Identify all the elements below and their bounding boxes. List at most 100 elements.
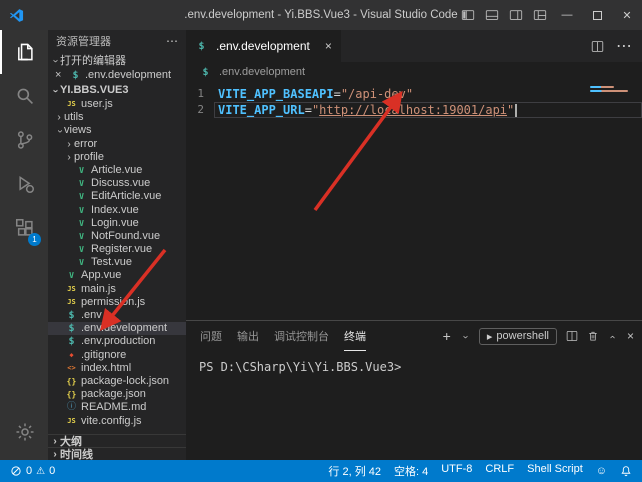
status-item-encoding[interactable]: UTF-8 [441,463,472,479]
code-lines: 1VITE_APP_BASEAPI="/api-dev"2VITE_APP_UR… [186,86,642,118]
tree-item-.env[interactable]: $.env [48,309,186,322]
sidebar-bottom-sections: › 大纲 › 时间线 [48,434,186,460]
tree-item-readme.md[interactable]: ⓘREADME.md [48,401,186,414]
line-content: VITE_APP_URL="http://localhost:19001/api… [218,102,517,118]
file-label: Test.vue [91,256,132,269]
toggle-secondary-sidebar-icon[interactable] [504,0,528,30]
search-icon[interactable] [0,74,48,118]
code-editor[interactable]: 1VITE_APP_BASEAPI="/api-dev"2VITE_APP_UR… [186,82,642,320]
tree-item-.gitignore[interactable]: ◆.gitignore [48,349,186,362]
tree-item-user.js[interactable]: JSuser.js [48,98,186,111]
tree-item-.env.development[interactable]: $.env.development [48,322,186,335]
file-label: Article.vue [91,164,142,177]
close-button[interactable]: ✕ [612,0,642,30]
tree-item-discuss.vue[interactable]: VDiscuss.vue [48,177,186,190]
panel-tab-problems[interactable]: 问题 [200,321,222,351]
maximize-button[interactable] [582,0,612,30]
explorer-actions-icon[interactable]: ⋯ [166,34,178,48]
chevron-down-icon[interactable]: › [460,332,471,342]
title-bar: .env.development - Yi.BBS.Vue3 - Visual … [0,0,642,30]
chevron-right-icon: › [50,449,60,460]
notifications-bell-icon[interactable] [620,465,632,477]
file-label: .gitignore [81,349,126,362]
feedback-smiley-icon[interactable]: ☺ [596,465,607,477]
text-cursor [515,104,517,117]
file-label: views [64,124,92,137]
project-root-header[interactable]: › YI.BBS.VUE3 [48,82,186,98]
json-file-icon: {} [65,388,78,401]
tree-item-article.vue[interactable]: VArticle.vue [48,164,186,177]
explorer-icon[interactable] [0,30,48,74]
breadcrumb[interactable]: $ .env.development [186,62,642,82]
minimap[interactable] [590,86,634,94]
minimize-button[interactable]: — [552,0,582,30]
tree-item-vite.config.js[interactable]: JSvite.config.js [48,415,186,428]
env-file-icon: $ [65,309,78,322]
file-label: main.js [81,283,116,296]
maximize-panel-icon[interactable]: › [607,332,618,342]
status-item-eol[interactable]: CRLF [485,463,514,479]
toggle-sidebar-icon[interactable] [456,0,480,30]
tree-item-error[interactable]: ›error [48,138,186,151]
breadcrumb-file: .env.development [219,66,305,78]
tree-item-package.json[interactable]: {}package.json [48,388,186,401]
file-label: Login.vue [91,217,139,230]
tree-item-.env.production[interactable]: $.env.production [48,335,186,348]
tree-item-notfound.vue[interactable]: VNotFound.vue [48,230,186,243]
tree-item-main.js[interactable]: JSmain.js [48,283,186,296]
status-item-indentation[interactable]: 空格: 4 [394,463,428,479]
problems-status[interactable]: 0 ⚠ 0 [10,465,55,477]
open-editors-header[interactable]: › 打开的编辑器 [48,52,186,68]
tree-item-utils[interactable]: ›utils [48,111,186,124]
close-editor-icon[interactable]: × [55,69,67,81]
open-editor-item[interactable]: × $ .env.development [48,68,186,82]
file-label: Index.vue [91,204,139,217]
settings-gear-icon[interactable] [0,410,48,454]
panel-tab-terminal[interactable]: 终端 [344,321,366,351]
tree-item-login.vue[interactable]: VLogin.vue [48,217,186,230]
terminal-output[interactable]: PS D:\CSharp\Yi\Yi.BBS.Vue3> [186,351,642,460]
tab-close-icon[interactable]: × [325,39,332,53]
tree-item-register.vue[interactable]: VRegister.vue [48,243,186,256]
split-editor-icon[interactable] [591,40,604,53]
kill-terminal-icon[interactable] [587,330,599,342]
editor-actions: ⋯ [591,30,642,62]
tree-item-index.vue[interactable]: VIndex.vue [48,204,186,217]
tree-item-index.html[interactable]: <>index.html [48,362,186,375]
tree-item-profile[interactable]: ›profile [48,151,186,164]
customize-layout-icon[interactable] [528,0,552,30]
more-actions-icon[interactable]: ⋯ [616,36,632,56]
env-file-icon: $ [69,70,82,81]
status-right-items: 行 2, 列 42 空格: 4 UTF-8 CRLF Shell Script [328,463,582,479]
tree-item-app.vue[interactable]: VApp.vue [48,269,186,282]
new-terminal-icon[interactable]: + [443,328,451,344]
env-file-icon: $ [65,322,78,335]
minimap-line [590,86,614,88]
window-title: .env.development - Yi.BBS.Vue3 - Visual … [184,9,457,21]
vue-file-icon: V [75,177,88,190]
panel-tab-output[interactable]: 输出 [237,321,259,351]
run-debug-icon[interactable] [0,162,48,206]
close-panel-icon[interactable]: × [627,329,634,343]
tree-item-permission.js[interactable]: JSpermission.js [48,296,186,309]
timeline-section-header[interactable]: › 时间线 [48,447,186,460]
panel-tab-debug-console[interactable]: 调试控制台 [274,321,329,351]
status-item-cursor-position[interactable]: 行 2, 列 42 [328,463,381,479]
tab-env-development[interactable]: $ .env.development × [186,30,341,62]
chevron-right-icon: › [54,111,64,124]
tree-item-test.vue[interactable]: VTest.vue [48,256,186,269]
tree-item-views[interactable]: ›views [48,124,186,137]
code-line-2[interactable]: 2VITE_APP_URL="http://localhost:19001/ap… [186,102,642,118]
status-item-language-mode[interactable]: Shell Script [527,463,583,479]
bottom-panel: 问题输出调试控制台终端 + › ▸ powershell [186,320,642,460]
tree-item-package-lock.json[interactable]: {}package-lock.json [48,375,186,388]
toggle-panel-icon[interactable] [480,0,504,30]
extensions-icon[interactable]: 1 [0,206,48,250]
source-control-icon[interactable] [0,118,48,162]
terminal-shell-selector[interactable]: ▸ powershell [479,328,557,345]
tree-item-editarticle.vue[interactable]: VEditArticle.vue [48,190,186,203]
split-terminal-icon[interactable] [566,330,578,342]
vue-file-icon: V [75,190,88,203]
code-line-1[interactable]: 1VITE_APP_BASEAPI="/api-dev" [186,86,642,102]
vue-file-icon: V [75,204,88,217]
